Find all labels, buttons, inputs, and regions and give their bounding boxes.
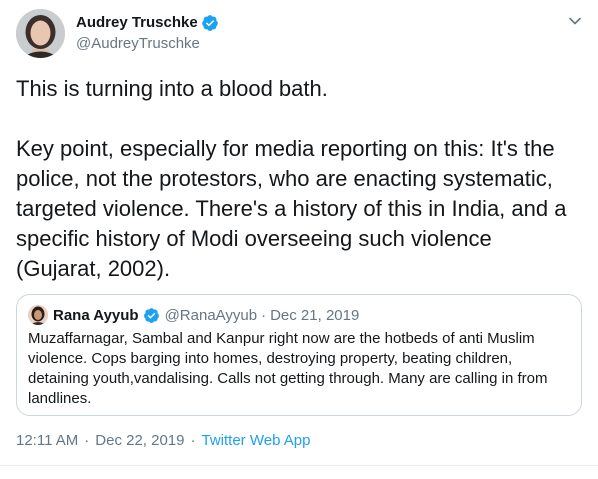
separator-dot: ·: [261, 306, 267, 324]
quoted-author-name: Rana Ayyub: [53, 306, 139, 324]
author-name[interactable]: Audrey Truschke: [76, 13, 219, 32]
quoted-tweet[interactable]: Rana Ayyub @RanaAyyub · Dec 21, 2019 Muz…: [16, 294, 582, 416]
quoted-tweet-text: Muzaffarnagar, Sambal and Kanpur right n…: [28, 330, 548, 407]
author-name-text[interactable]: Audrey Truschke: [76, 13, 198, 32]
divider: [0, 465, 598, 466]
tweet-source-link[interactable]: Twitter Web App: [202, 431, 311, 450]
verified-badge-icon: [201, 14, 218, 31]
verified-badge-icon: [143, 307, 159, 323]
tweet-date[interactable]: Dec 22, 2019: [95, 431, 184, 450]
tweet-time[interactable]: 12:11 AM: [16, 431, 78, 450]
separator-dot: ·: [84, 432, 90, 449]
quoted-tweet-date: Dec 21, 2019: [270, 306, 360, 324]
tweet-menu-button[interactable]: [566, 12, 584, 30]
quoted-author-handle: @RanaAyyub: [164, 306, 258, 324]
quoted-tweet-header: Rana Ayyub @RanaAyyub · Dec 21, 2019: [28, 305, 359, 325]
tweet-paragraph: This is turning into a blood bath.: [16, 76, 328, 101]
tweet-metadata: 12:11 AM · Dec 22, 2019 · Twitter Web Ap…: [16, 431, 310, 450]
separator-dot: ·: [190, 432, 196, 449]
author-avatar[interactable]: [16, 9, 65, 58]
quoted-author-avatar: [28, 305, 48, 325]
tweet: Audrey Truschke @AudreyTruschke This is …: [0, 0, 598, 479]
tweet-paragraph: Key point, especially for media reportin…: [16, 136, 567, 281]
author-handle[interactable]: @AudreyTruschke: [76, 34, 200, 53]
chevron-down-icon: [569, 17, 581, 25]
tweet-text: This is turning into a blood bath. Key p…: [16, 74, 576, 284]
